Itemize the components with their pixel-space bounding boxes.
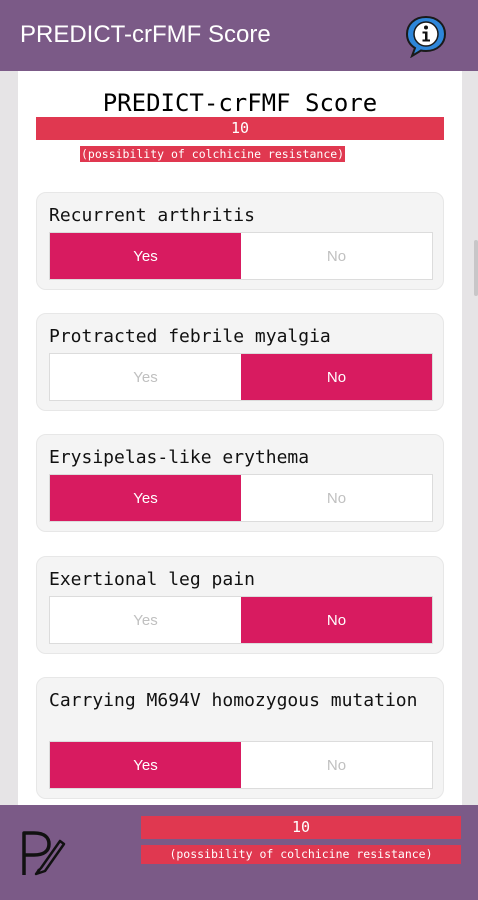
no-option[interactable]: No xyxy=(241,354,432,400)
yes-option[interactable]: Yes xyxy=(50,742,241,788)
score-value-bar: 10 xyxy=(36,117,444,140)
yes-no-toggle[interactable]: Yes No xyxy=(49,596,433,644)
score-caption: (possibility of colchicine resistance) xyxy=(80,146,346,162)
main-content: PREDICT-crFMF Score 10 (possibility of c… xyxy=(18,71,462,805)
no-option[interactable]: No xyxy=(241,475,432,521)
info-button[interactable] xyxy=(404,14,448,59)
right-gutter xyxy=(462,71,478,805)
scrollbar[interactable] xyxy=(474,240,478,296)
footer-bar: 10 (possibility of colchicine resistance… xyxy=(0,805,478,900)
no-option[interactable]: No xyxy=(241,233,432,279)
score-title: PREDICT-crFMF Score xyxy=(102,89,378,117)
question-label: Erysipelas-like erythema xyxy=(49,447,310,468)
p-pen-logo-icon xyxy=(22,831,66,876)
yes-option[interactable]: Yes xyxy=(50,475,241,521)
question-card-m694v-homozygous: Carrying M694V homozygous mutation Yes N… xyxy=(36,677,444,799)
question-card-exertional-leg-pain: Exertional leg pain Yes No xyxy=(36,556,444,654)
app-logo xyxy=(16,827,66,879)
yes-option[interactable]: Yes xyxy=(50,354,241,400)
info-icon xyxy=(405,15,447,59)
yes-option[interactable]: Yes xyxy=(50,597,241,643)
no-option[interactable]: No xyxy=(241,597,432,643)
no-option[interactable]: No xyxy=(241,742,432,788)
question-card-erysipelas-like-erythema: Erysipelas-like erythema Yes No xyxy=(36,434,444,532)
app-bar: PREDICT-crFMF Score xyxy=(0,0,478,71)
question-label: Exertional leg pain xyxy=(49,569,255,590)
footer-score-caption: (possibility of colchicine resistance) xyxy=(141,845,461,864)
question-card-recurrent-arthritis: Recurrent arthritis Yes No xyxy=(36,192,444,290)
yes-option[interactable]: Yes xyxy=(50,233,241,279)
yes-no-toggle[interactable]: Yes No xyxy=(49,474,433,522)
yes-no-toggle[interactable]: Yes No xyxy=(49,232,433,280)
left-gutter xyxy=(0,71,18,805)
yes-no-toggle[interactable]: Yes No xyxy=(49,741,433,789)
question-card-protracted-febrile-myalgia: Protracted febrile myalgia Yes No xyxy=(36,313,444,411)
yes-no-toggle[interactable]: Yes No xyxy=(49,353,433,401)
app-title: PREDICT-crFMF Score xyxy=(20,21,271,48)
question-label: Carrying M694V homozygous mutation xyxy=(49,690,418,711)
question-label: Recurrent arthritis xyxy=(49,205,255,226)
footer-score-bar: 10 xyxy=(141,816,461,839)
question-label: Protracted febrile myalgia xyxy=(49,326,331,347)
